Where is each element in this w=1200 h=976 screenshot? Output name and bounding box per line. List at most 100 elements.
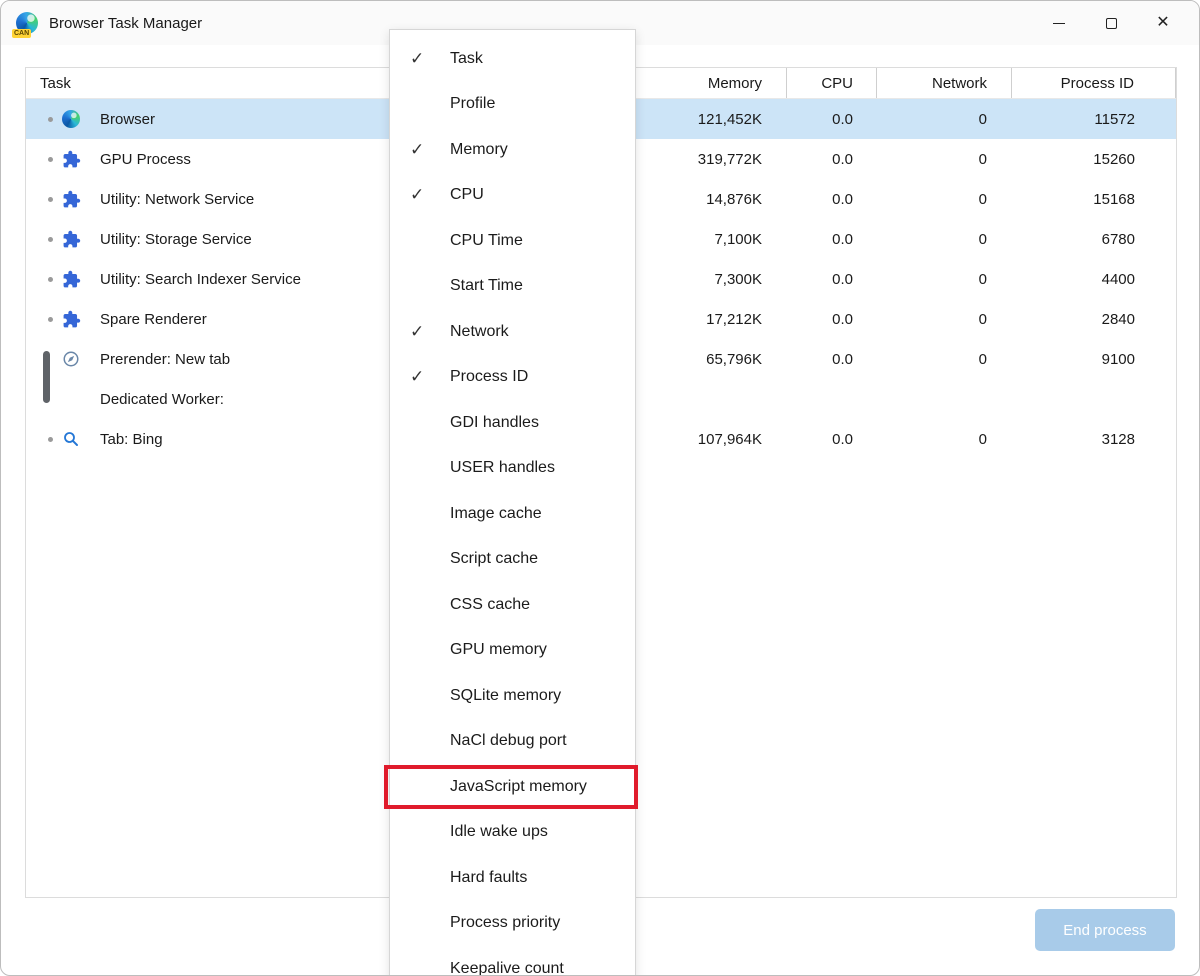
menu-item[interactable]: ✓ CPU bbox=[390, 173, 635, 219]
maximize-icon bbox=[1106, 18, 1117, 29]
menu-item-label: Network bbox=[450, 323, 509, 341]
search-icon bbox=[62, 430, 92, 448]
menu-item[interactable]: Process priority bbox=[390, 901, 635, 947]
memory-value: 7,100K bbox=[636, 219, 786, 259]
task-label: Utility: Network Service bbox=[100, 191, 254, 208]
checkmark-icon: ✓ bbox=[410, 185, 436, 205]
menu-item-label: NaCl debug port bbox=[450, 732, 567, 750]
network-value bbox=[876, 379, 1011, 419]
pid-value: 11572 bbox=[1011, 99, 1176, 139]
menu-item[interactable]: Image cache bbox=[390, 491, 635, 537]
minimize-icon bbox=[1053, 23, 1065, 24]
menu-item-label: Memory bbox=[450, 141, 508, 159]
menu-item-label: GDI handles bbox=[450, 414, 539, 432]
memory-value: 121,452K bbox=[636, 99, 786, 139]
pid-value: 9100 bbox=[1011, 339, 1176, 379]
memory-value: 65,796K bbox=[636, 339, 786, 379]
pid-value: 2840 bbox=[1011, 299, 1176, 339]
checkmark-icon: ✓ bbox=[410, 49, 436, 69]
minimize-button[interactable] bbox=[1033, 5, 1085, 41]
memory-value: 319,772K bbox=[636, 139, 786, 179]
network-value: 0 bbox=[876, 99, 1011, 139]
menu-item[interactable]: GPU memory bbox=[390, 628, 635, 674]
column-label: Process ID bbox=[1061, 75, 1134, 92]
network-value: 0 bbox=[876, 179, 1011, 219]
cpu-value: 0.0 bbox=[786, 139, 876, 179]
pid-value: 15260 bbox=[1011, 139, 1176, 179]
menu-item[interactable]: NaCl debug port bbox=[390, 719, 635, 765]
column-header[interactable]: CPU bbox=[786, 68, 876, 98]
menu-item[interactable]: Script cache bbox=[390, 537, 635, 583]
menu-item[interactable]: Profile bbox=[390, 82, 635, 128]
window-controls: ✕ bbox=[1033, 1, 1189, 45]
cpu-value: 0.0 bbox=[786, 419, 876, 459]
column-header[interactable]: Network bbox=[876, 68, 1011, 98]
column-label: Network bbox=[932, 75, 987, 92]
column-label: CPU bbox=[821, 75, 853, 92]
cpu-value: 0.0 bbox=[786, 99, 876, 139]
column-header[interactable]: Process ID bbox=[1011, 68, 1176, 98]
pid-value bbox=[1011, 379, 1176, 419]
menu-item[interactable]: Idle wake ups bbox=[390, 810, 635, 856]
menu-item-label: Profile bbox=[450, 95, 495, 113]
pid-value: 15168 bbox=[1011, 179, 1176, 219]
menu-item-label: Image cache bbox=[450, 505, 542, 523]
network-value: 0 bbox=[876, 219, 1011, 259]
menu-item[interactable]: Hard faults bbox=[390, 855, 635, 901]
menu-item-label: USER handles bbox=[450, 459, 555, 477]
menu-item-label: Process ID bbox=[450, 368, 528, 386]
menu-item[interactable]: CPU Time bbox=[390, 218, 635, 264]
menu-item-label: Task bbox=[450, 50, 483, 68]
task-label: Spare Renderer bbox=[100, 311, 207, 328]
menu-item[interactable]: Start Time bbox=[390, 264, 635, 310]
app-icon: CAN bbox=[15, 11, 39, 35]
network-value: 0 bbox=[876, 339, 1011, 379]
row-bullet bbox=[38, 117, 62, 122]
puzzle-icon bbox=[62, 270, 92, 289]
close-icon: ✕ bbox=[1156, 15, 1169, 31]
menu-item[interactable]: CSS cache bbox=[390, 582, 635, 628]
cpu-value: 0.0 bbox=[786, 339, 876, 379]
menu-item[interactable]: SQLite memory bbox=[390, 673, 635, 719]
group-indicator bbox=[43, 351, 50, 403]
checkmark-icon: ✓ bbox=[410, 322, 436, 342]
task-label: Tab: Bing bbox=[100, 431, 163, 448]
cpu-value bbox=[786, 379, 876, 419]
menu-item[interactable]: ✓ Task bbox=[390, 36, 635, 82]
checkmark-icon: ✓ bbox=[410, 140, 436, 160]
pid-value: 3128 bbox=[1011, 419, 1176, 459]
edge-icon bbox=[62, 110, 92, 128]
menu-item[interactable]: ✓ Network bbox=[390, 309, 635, 355]
memory-value: 17,212K bbox=[636, 299, 786, 339]
network-value: 0 bbox=[876, 419, 1011, 459]
puzzle-icon bbox=[62, 310, 92, 329]
menu-item-label: CSS cache bbox=[450, 596, 530, 614]
maximize-button[interactable] bbox=[1085, 5, 1137, 41]
pid-value: 6780 bbox=[1011, 219, 1176, 259]
menu-item[interactable]: JavaScript memory bbox=[390, 764, 635, 810]
column-header[interactable]: Memory bbox=[636, 68, 786, 98]
menu-item-label: GPU memory bbox=[450, 641, 547, 659]
menu-item[interactable]: Keepalive count bbox=[390, 946, 635, 976]
menu-item-label: Keepalive count bbox=[450, 960, 564, 976]
task-label: Dedicated Worker: bbox=[100, 391, 224, 408]
row-bullet bbox=[38, 317, 62, 322]
menu-item[interactable]: ✓ Process ID bbox=[390, 355, 635, 401]
memory-value: 7,300K bbox=[636, 259, 786, 299]
menu-item[interactable]: USER handles bbox=[390, 446, 635, 492]
menu-item[interactable]: ✓ Memory bbox=[390, 127, 635, 173]
task-label: Browser bbox=[100, 111, 155, 128]
end-process-button[interactable]: End process bbox=[1035, 909, 1175, 951]
cpu-value: 0.0 bbox=[786, 259, 876, 299]
pid-value: 4400 bbox=[1011, 259, 1176, 299]
row-bullet bbox=[38, 437, 62, 442]
close-button[interactable]: ✕ bbox=[1137, 5, 1189, 41]
menu-item-label: Hard faults bbox=[450, 869, 527, 887]
row-bullet bbox=[38, 237, 62, 242]
menu-item[interactable]: GDI handles bbox=[390, 400, 635, 446]
memory-value bbox=[636, 379, 786, 419]
menu-item-label: SQLite memory bbox=[450, 687, 561, 705]
task-label: GPU Process bbox=[100, 151, 191, 168]
column-label: Memory bbox=[708, 75, 762, 92]
cpu-value: 0.0 bbox=[786, 179, 876, 219]
